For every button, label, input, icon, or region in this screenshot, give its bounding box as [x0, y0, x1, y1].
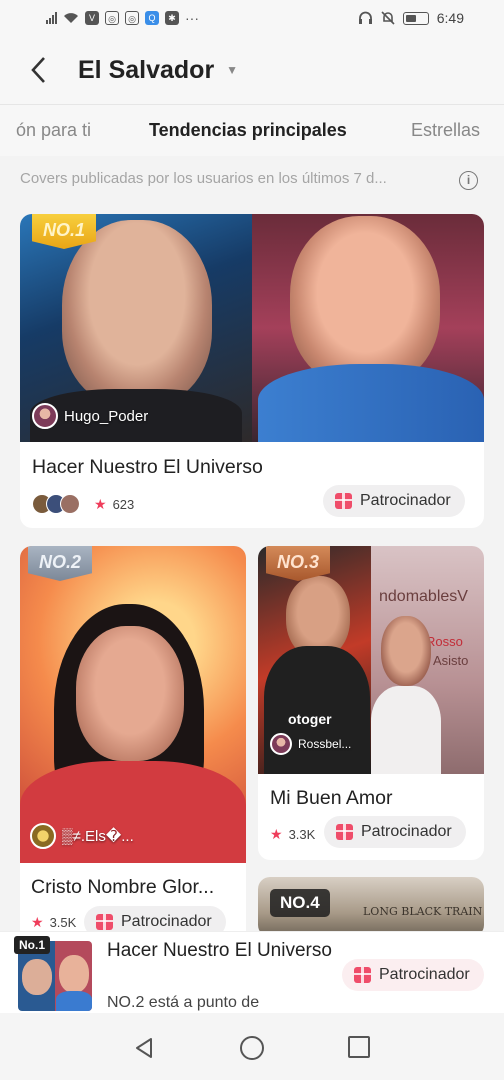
avatar	[30, 823, 56, 849]
rank-badge-4: NO.4	[270, 889, 330, 917]
gift-icon	[336, 824, 353, 840]
mute-icon	[381, 11, 395, 25]
cover-owner[interactable]: Rossbel...	[270, 733, 351, 755]
overlay-text: otoger	[288, 711, 332, 727]
likes-count: 3.5K	[49, 915, 77, 930]
cover-stats: ★ 3.3K	[270, 826, 315, 843]
shirt-image	[371, 686, 441, 774]
overlay-text: LONG BLACK TRAIN	[363, 905, 483, 918]
page-title[interactable]: El Salvador	[78, 56, 214, 85]
likes-count: 3.3K	[288, 827, 316, 842]
cover-photo-right: ndomablesV Rosso Asisto	[371, 546, 484, 774]
nav-home-icon[interactable]	[240, 1036, 264, 1060]
overlay-text: ndomablesV	[379, 588, 468, 605]
sponsor-button[interactable]: Patrocinador	[342, 959, 484, 991]
cover-photo	[20, 546, 246, 863]
shirt-image	[258, 364, 484, 442]
tab-estrellas[interactable]: Estrellas	[411, 120, 480, 141]
notification-rank-badge: No.1	[14, 936, 51, 954]
cover-stats: ★ 3.5K	[31, 914, 76, 931]
overlay-text: Asisto	[433, 653, 469, 668]
cover-owner[interactable]: ▒≠.Els�...	[30, 823, 134, 849]
star-icon: ★	[270, 826, 283, 842]
sponsor-button[interactable]: Patrocinador	[323, 485, 465, 517]
tab-bar: ón para ti Tendencias principales Estrel…	[0, 104, 504, 156]
cover-owner[interactable]: Hugo_Poder	[32, 403, 148, 429]
gift-icon	[335, 493, 352, 509]
sponsor-label: Patrocinador	[379, 966, 470, 983]
header: El Salvador ▼	[0, 36, 504, 104]
search-app-icon: Q	[145, 11, 159, 25]
face-image	[62, 220, 212, 405]
notification-title: Hacer Nuestro El Universo	[107, 940, 332, 961]
owner-name: ▒≠.Els�...	[62, 828, 134, 845]
battery-icon	[402, 11, 429, 25]
back-arrow-icon[interactable]	[0, 36, 76, 104]
sponsor-button[interactable]: Patrocinador	[324, 816, 466, 848]
signal-icon	[46, 12, 57, 24]
section-description: Covers publicadas por los usuarios en lo…	[20, 170, 387, 187]
avatar	[32, 403, 58, 429]
cover-title: Mi Buen Amor	[270, 787, 393, 809]
sponsor-label: Patrocinador	[121, 913, 212, 930]
face-image	[59, 955, 89, 993]
cover-photo-right	[252, 214, 484, 442]
face-image	[76, 626, 184, 761]
status-icons-right: 6:49	[358, 10, 464, 26]
tab-tendencias-principales[interactable]: Tendencias principales	[149, 120, 347, 141]
participant-avatars	[32, 494, 80, 514]
avatar	[270, 733, 292, 755]
cover-card-1[interactable]: NO.1 Hugo_Poder Hacer Nuestro El Univers…	[20, 214, 484, 528]
gift-icon	[354, 967, 371, 983]
face-image	[381, 616, 431, 686]
shirt-image	[56, 991, 92, 1011]
cover-card-3[interactable]: otoger ndomablesV Rosso Asisto NO.3 Ross…	[258, 546, 484, 860]
status-icons-left: V ◎ ◎ Q ✱ ···	[46, 10, 199, 26]
v-app-icon: V	[85, 11, 99, 25]
gift-icon	[96, 914, 113, 930]
cover-card-4[interactable]: LONG BLACK TRAIN NO.4	[258, 877, 484, 937]
instagram-icon: ◎	[125, 11, 139, 25]
info-icon[interactable]: i	[459, 171, 478, 190]
sponsor-label: Patrocinador	[360, 492, 451, 509]
sponsor-label: Patrocinador	[361, 823, 452, 840]
status-bar: V ◎ ◎ Q ✱ ··· 6:49	[0, 0, 504, 36]
face-image	[290, 216, 440, 386]
star-icon: ★	[94, 495, 107, 512]
overlay-text: Rosso	[426, 634, 463, 649]
system-nav-bar	[0, 1013, 504, 1080]
headset-icon	[358, 11, 372, 24]
notification-subtitle: NO.2 está a punto de	[107, 994, 260, 1011]
owner-name: Rossbel...	[298, 737, 352, 751]
cover-card-2[interactable]: NO.2 ▒≠.Els�... Cristo Nombre Glor... ★ …	[20, 546, 246, 946]
cover-title: Hacer Nuestro El Universo	[32, 456, 263, 478]
trending-notification[interactable]: No.1 Hacer Nuestro El Universo NO.2 está…	[0, 931, 504, 1013]
owner-name: Hugo_Poder	[64, 407, 149, 425]
cover-stats: ★ 623	[32, 494, 134, 514]
star-icon: ★	[31, 914, 44, 930]
avatar	[60, 494, 80, 514]
face-image	[22, 959, 52, 995]
caret-down-icon[interactable]: ▼	[226, 63, 238, 77]
cover-title: Cristo Nombre Glor...	[31, 876, 215, 898]
instagram-icon: ◎	[105, 11, 119, 25]
more-dots-icon: ···	[185, 10, 199, 26]
status-time: 6:49	[436, 10, 464, 26]
nav-back-icon[interactable]	[132, 1036, 156, 1060]
nav-recents-icon[interactable]	[348, 1036, 370, 1058]
likes-count: 623	[112, 496, 135, 512]
photo-app-icon: ✱	[165, 11, 179, 25]
tab-para-ti[interactable]: ón para ti	[16, 120, 91, 141]
wifi-icon	[64, 13, 78, 23]
